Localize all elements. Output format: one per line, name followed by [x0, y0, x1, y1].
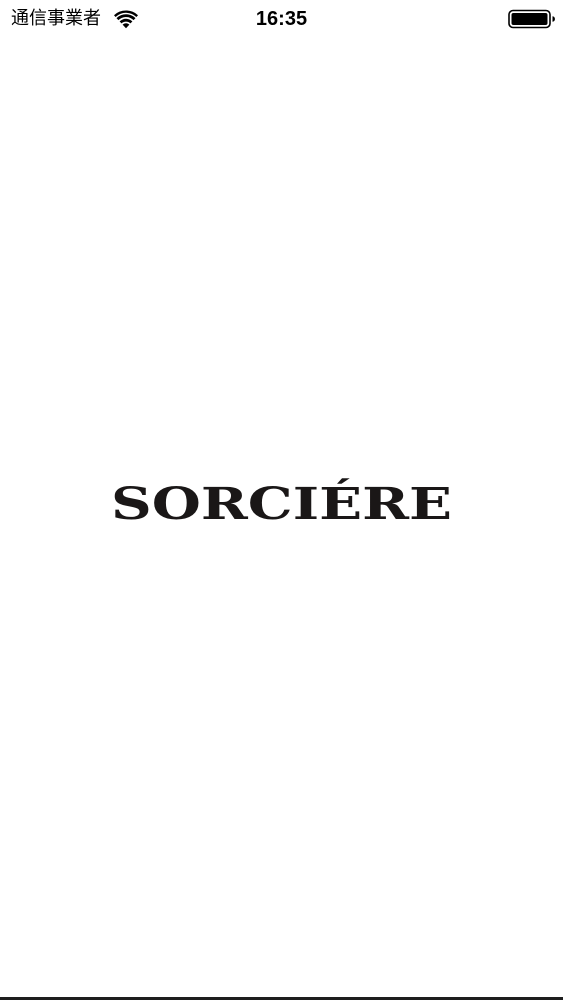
brand-logo: SORCIÉRE [111, 477, 452, 530]
battery-icon [508, 9, 555, 29]
status-bar: 通信事業者 16:35 [0, 0, 563, 40]
brand-logo-text: SORCIÉRE [111, 477, 452, 530]
status-time: 16:35 [255, 8, 308, 30]
battery-level-fill [511, 13, 548, 25]
splash-screen: SORCIÉRE [0, 458, 563, 548]
